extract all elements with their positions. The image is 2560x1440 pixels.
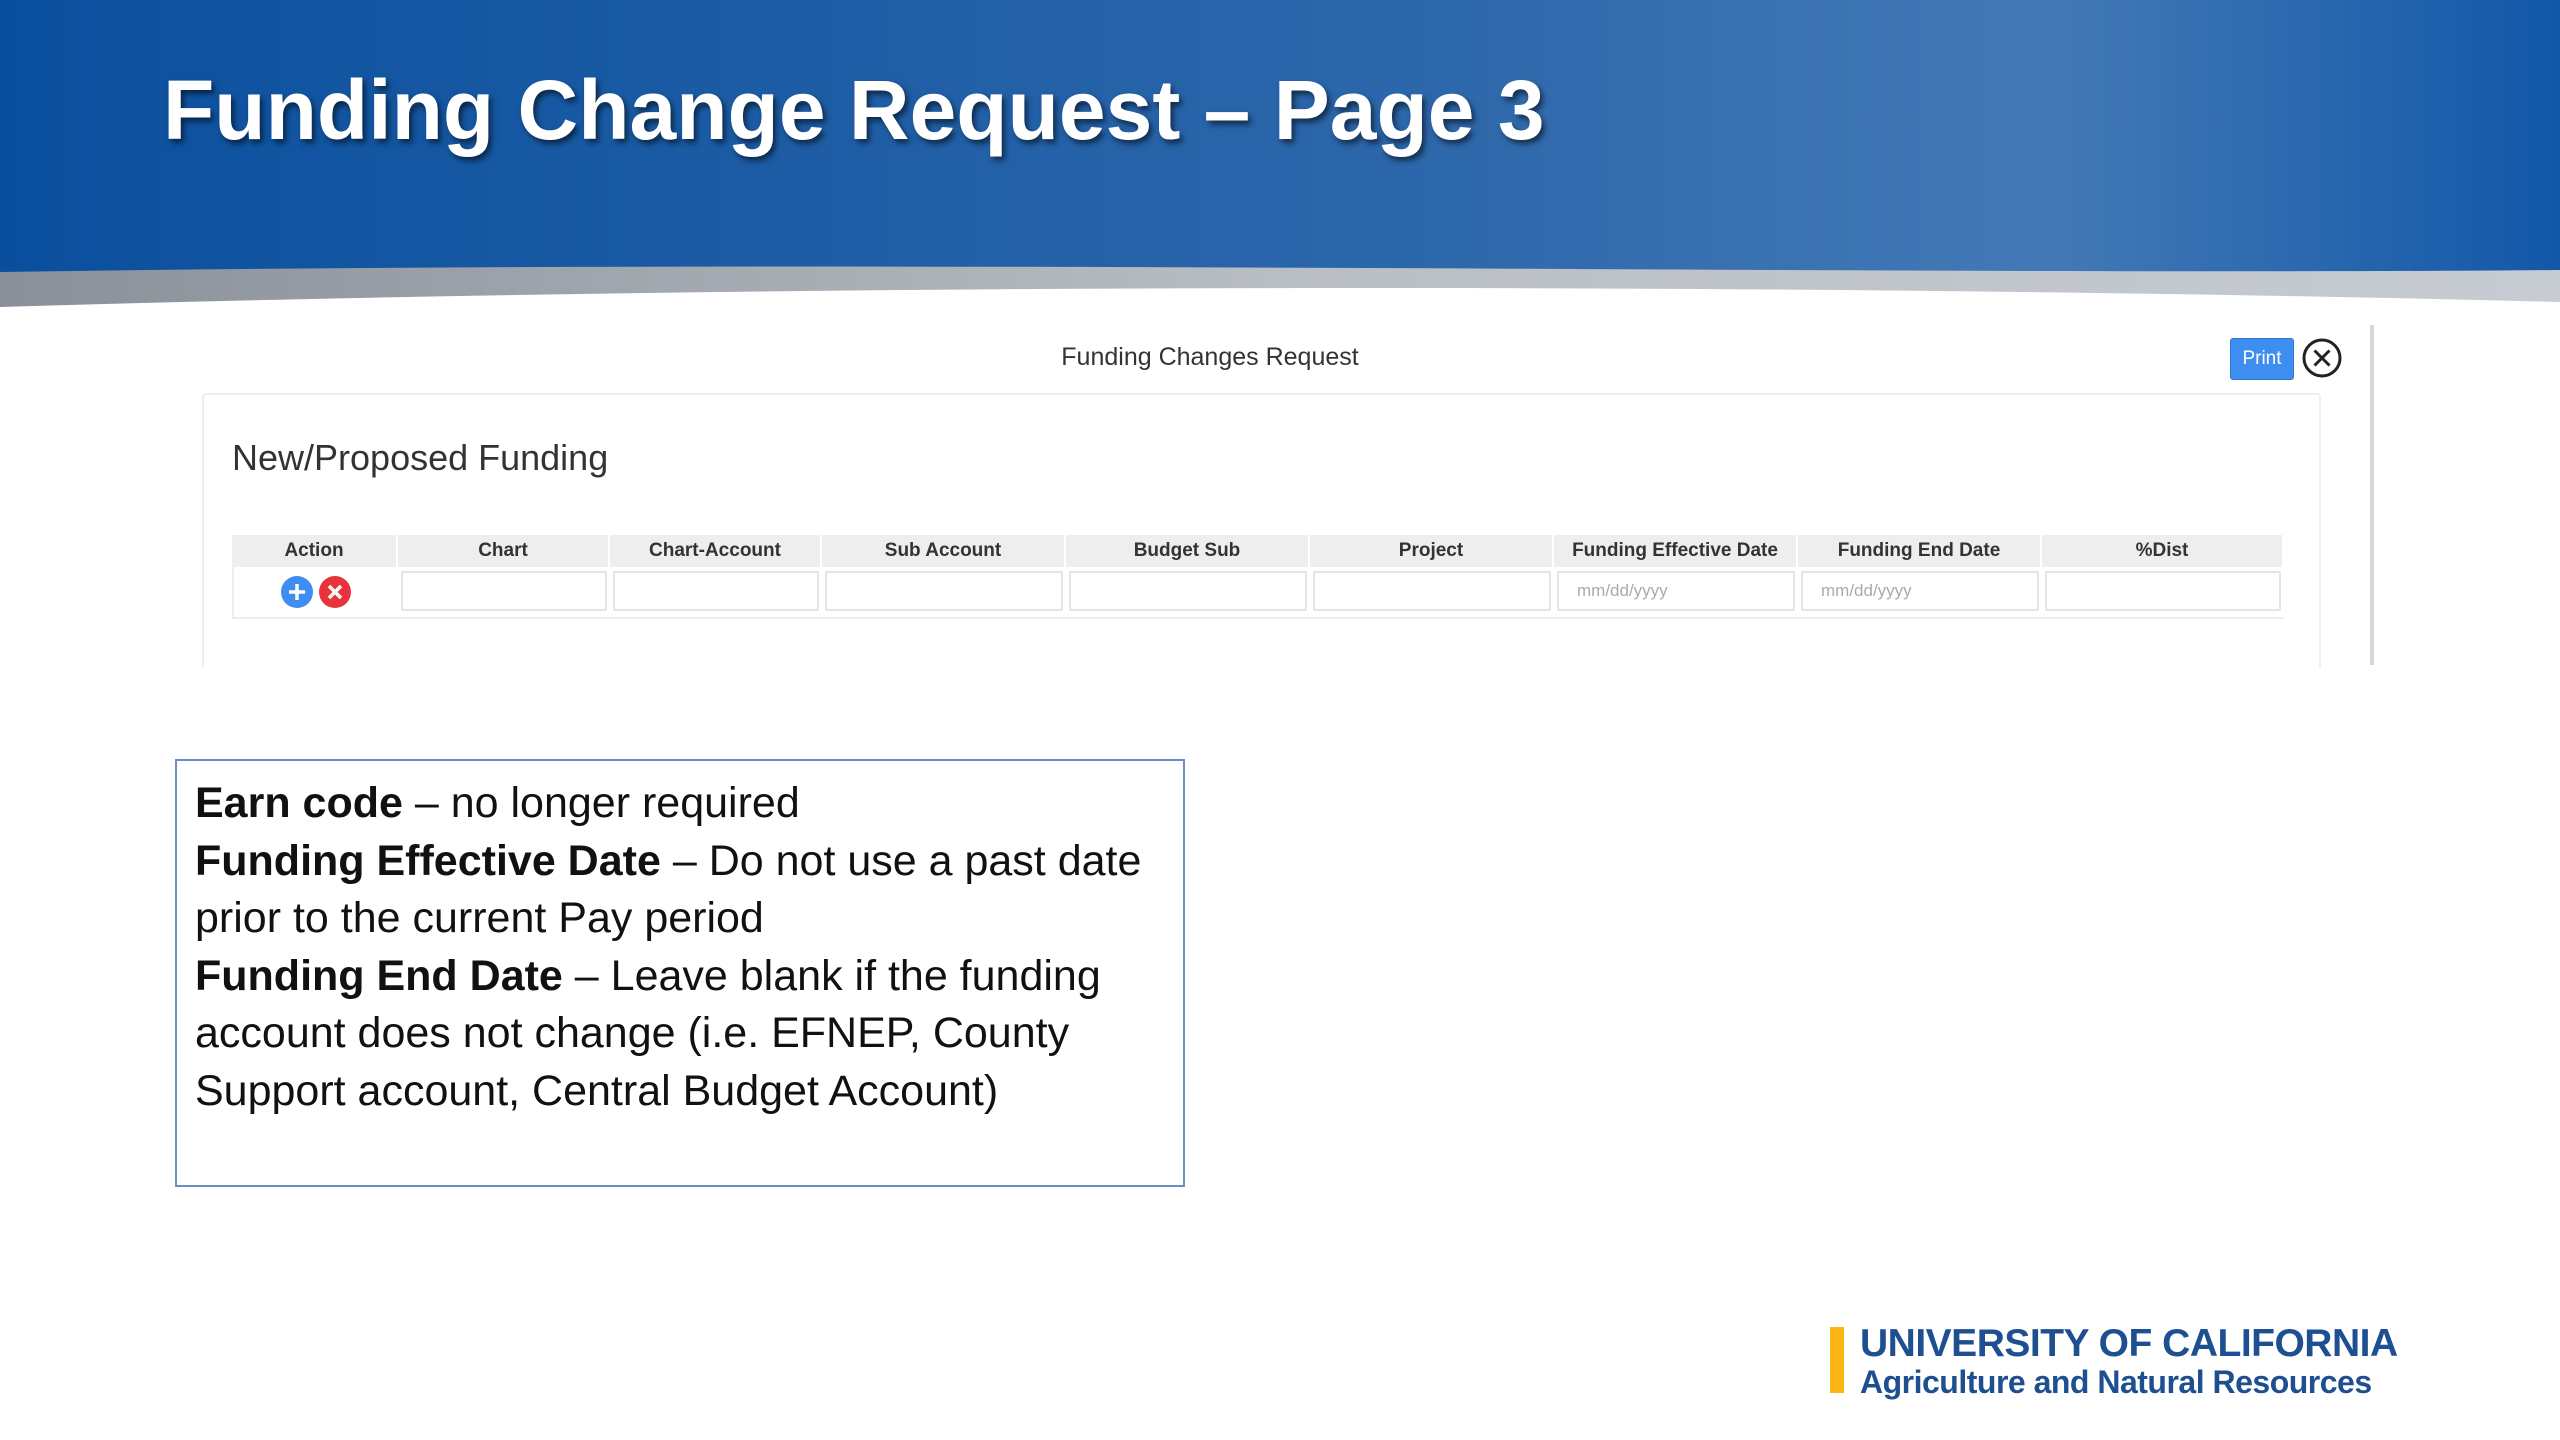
logo-line1: UNIVERSITY OF CALIFORNIA — [1860, 1322, 2398, 1365]
grid-header: Action Chart Chart-Account Sub Account B… — [232, 535, 2284, 567]
note-effective-date: Funding Effective Date – Do not use a pa… — [195, 833, 1165, 948]
plus-circle-icon[interactable] — [281, 576, 313, 608]
new-funding-panel: New/Proposed Funding Action Chart Chart-… — [202, 393, 2321, 667]
slide: Funding Change Request – Page 3 Funding … — [0, 0, 2560, 1440]
dist-input[interactable] — [2045, 571, 2281, 611]
note-effective-date-label: Funding Effective Date — [195, 836, 661, 885]
modal-scroll-edge — [2370, 325, 2374, 665]
column-header-sub-account: Sub Account — [822, 535, 1066, 567]
notes-box: Earn code – no longer required Funding E… — [175, 759, 1185, 1187]
print-button[interactable]: Print — [2230, 338, 2294, 380]
funding-grid: Action Chart Chart-Account Sub Account B… — [232, 535, 2284, 619]
project-input[interactable] — [1313, 571, 1551, 611]
chart-cell — [398, 567, 610, 617]
uc-anr-logo: UNIVERSITY OF CALIFORNIA Agriculture and… — [1830, 1322, 2398, 1400]
slide-title: Funding Change Request – Page 3 — [163, 63, 1545, 157]
note-earn-code: Earn code – no longer required — [195, 775, 1165, 833]
close-icon[interactable] — [2301, 337, 2343, 379]
column-header-project: Project — [1310, 535, 1554, 567]
effective-date-cell — [1554, 567, 1798, 617]
column-header-end-date: Funding End Date — [1798, 535, 2042, 567]
end-date-cell — [1798, 567, 2042, 617]
column-header-budget-sub: Budget Sub — [1066, 535, 1310, 567]
column-header-dist: %Dist — [2042, 535, 2284, 567]
end-date-input[interactable] — [1801, 571, 2039, 611]
column-header-effective-date: Funding Effective Date — [1554, 535, 1798, 567]
table-row — [232, 567, 2284, 619]
column-header-action: Action — [232, 535, 398, 567]
logo-line2: Agriculture and Natural Resources — [1860, 1364, 2372, 1400]
action-cell — [232, 567, 398, 617]
note-earn-code-text: – no longer required — [402, 779, 800, 827]
sub-account-input[interactable] — [825, 571, 1063, 611]
logo-gold-bar — [1830, 1327, 1844, 1393]
chart-account-cell — [610, 567, 822, 617]
budget-sub-cell — [1066, 567, 1310, 617]
project-cell — [1310, 567, 1554, 617]
sub-account-cell — [822, 567, 1066, 617]
note-end-date: Funding End Date – Leave blank if the fu… — [195, 948, 1165, 1121]
chart-account-input[interactable] — [613, 571, 819, 611]
section-heading: New/Proposed Funding — [232, 437, 609, 478]
effective-date-input[interactable] — [1557, 571, 1795, 611]
column-header-chart: Chart — [398, 535, 610, 567]
modal-title: Funding Changes Request — [1061, 343, 1359, 371]
chart-input[interactable] — [401, 571, 607, 611]
dist-cell — [2042, 567, 2284, 617]
note-end-date-label: Funding End Date — [195, 951, 563, 1000]
column-header-chart-account: Chart-Account — [610, 535, 822, 567]
funding-changes-modal: Funding Changes Request Print New/Propos… — [180, 325, 2380, 667]
x-circle-icon[interactable] — [319, 576, 351, 608]
note-earn-code-label: Earn code — [195, 779, 403, 827]
budget-sub-input[interactable] — [1069, 571, 1307, 611]
